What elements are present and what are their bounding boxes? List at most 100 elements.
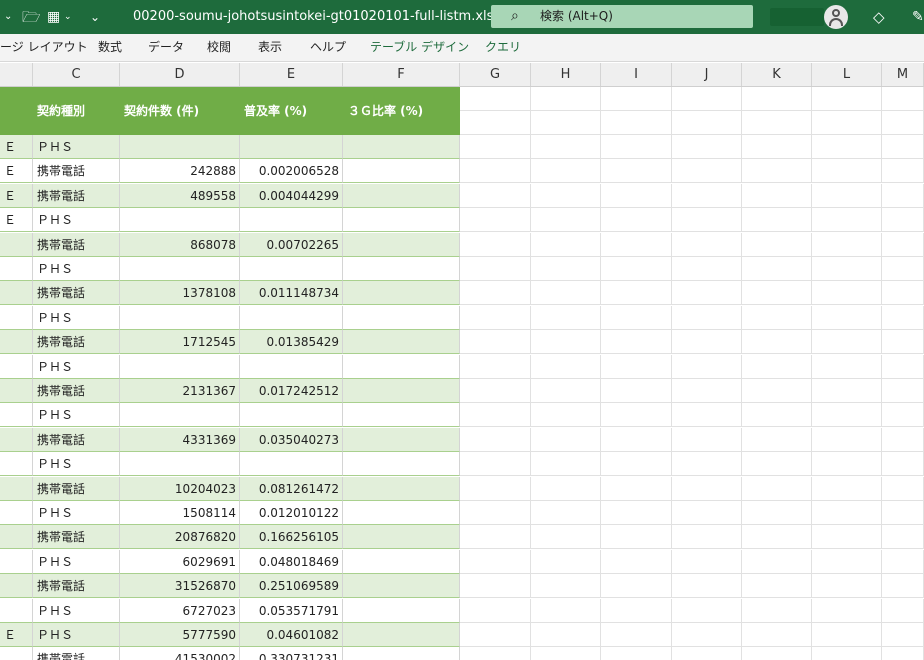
empty-cell[interactable]: [601, 452, 672, 477]
empty-cell[interactable]: [742, 330, 812, 355]
cell-contract-type[interactable]: 携帯電話: [33, 647, 120, 660]
cell-contract-type[interactable]: ＰＨＳ: [33, 354, 120, 379]
column-header-l[interactable]: L: [812, 63, 882, 86]
cell-3g-ratio[interactable]: [343, 525, 460, 550]
empty-cell[interactable]: [601, 159, 672, 184]
empty-cell[interactable]: [531, 183, 601, 208]
empty-cell[interactable]: [672, 232, 742, 257]
empty-cell[interactable]: [601, 208, 672, 233]
open-folder-icon[interactable]: 🗁: [22, 0, 41, 34]
cell-3g-ratio[interactable]: [343, 159, 460, 184]
cell-penetration-rate[interactable]: [240, 354, 343, 379]
empty-cell[interactable]: [531, 452, 601, 477]
cell-3g-ratio[interactable]: [343, 501, 460, 525]
empty-cell[interactable]: [601, 598, 672, 623]
cell-b[interactable]: [0, 354, 33, 379]
cell-b[interactable]: [0, 452, 33, 477]
empty-cell[interactable]: [882, 452, 924, 477]
cell-contract-type[interactable]: ＰＨＳ: [33, 501, 120, 525]
empty-cell[interactable]: [531, 305, 601, 330]
cell-penetration-rate[interactable]: 0.012010122: [240, 501, 343, 525]
column-header-c[interactable]: C: [33, 63, 120, 86]
tab-page-layout[interactable]: ージ レイアウト: [0, 34, 88, 61]
empty-cell[interactable]: [812, 257, 882, 281]
cell-penetration-rate[interactable]: 0.166256105: [240, 525, 343, 550]
cell-b[interactable]: [0, 598, 33, 623]
empty-cell[interactable]: [531, 623, 601, 647]
cell-contract-count[interactable]: [120, 354, 240, 379]
search-box[interactable]: ⌕ 検索 (Alt+Q): [491, 5, 753, 28]
empty-cell[interactable]: [460, 574, 531, 599]
empty-cell[interactable]: [672, 330, 742, 355]
cell-3g-ratio[interactable]: [343, 379, 460, 403]
empty-cell[interactable]: [460, 623, 531, 647]
empty-cell[interactable]: [742, 525, 812, 550]
empty-cell[interactable]: [672, 111, 742, 135]
cell-penetration-rate[interactable]: [240, 257, 343, 281]
cell-contract-count[interactable]: 10204023: [120, 476, 240, 501]
tab-data[interactable]: データ: [148, 34, 184, 61]
empty-cell[interactable]: [672, 501, 742, 525]
cell-contract-type[interactable]: 携帯電話: [33, 183, 120, 208]
cell-contract-count[interactable]: 489558: [120, 183, 240, 208]
column-header-i[interactable]: I: [601, 63, 672, 86]
column-header-f[interactable]: F: [343, 63, 460, 86]
empty-cell[interactable]: [601, 379, 672, 403]
empty-cell[interactable]: [460, 159, 531, 184]
dropdown-arrow-icon[interactable]: ⌄: [64, 0, 72, 34]
cell-contract-type[interactable]: ＰＨＳ: [33, 549, 120, 574]
cell-b[interactable]: Ｅ: [0, 623, 33, 647]
empty-cell[interactable]: [812, 623, 882, 647]
empty-cell[interactable]: [672, 281, 742, 306]
empty-cell[interactable]: [460, 330, 531, 355]
cell-penetration-rate[interactable]: 0.011148734: [240, 281, 343, 306]
empty-cell[interactable]: [460, 647, 531, 660]
empty-cell[interactable]: [531, 135, 601, 159]
cell-contract-type[interactable]: 携帯電話: [33, 525, 120, 550]
empty-cell[interactable]: [531, 379, 601, 403]
cell-contract-count[interactable]: 41530002: [120, 647, 240, 660]
empty-cell[interactable]: [601, 330, 672, 355]
empty-cell[interactable]: [742, 427, 812, 452]
empty-cell[interactable]: [882, 159, 924, 184]
empty-cell[interactable]: [601, 647, 672, 660]
empty-cell[interactable]: [812, 379, 882, 403]
cell-b[interactable]: [0, 549, 33, 574]
empty-cell[interactable]: [882, 257, 924, 281]
empty-cell[interactable]: [531, 403, 601, 428]
cell-penetration-rate[interactable]: 0.251069589: [240, 574, 343, 599]
empty-cell[interactable]: [672, 525, 742, 550]
empty-cell[interactable]: [460, 598, 531, 623]
cell-b[interactable]: [0, 476, 33, 501]
empty-cell[interactable]: [531, 87, 601, 111]
empty-cell[interactable]: [531, 476, 601, 501]
empty-cell[interactable]: [882, 111, 924, 135]
cell-contract-count[interactable]: 20876820: [120, 525, 240, 550]
empty-cell[interactable]: [601, 574, 672, 599]
column-header-d[interactable]: D: [120, 63, 240, 86]
worksheet-grid[interactable]: 契約種別 契約件数 (件) 普及率 (%) ３Ｇ比率 (%) Ｅ ＰＨＳ Ｅ 携帯電話…: [0, 87, 924, 660]
cell-penetration-rate[interactable]: 0.004044299: [240, 183, 343, 208]
empty-cell[interactable]: [672, 87, 742, 111]
cell-b[interactable]: [0, 257, 33, 281]
cell-contract-count[interactable]: 868078: [120, 232, 240, 257]
empty-cell[interactable]: [742, 183, 812, 208]
empty-cell[interactable]: [812, 232, 882, 257]
empty-cell[interactable]: [742, 87, 812, 111]
cell-contract-count[interactable]: 31526870: [120, 574, 240, 599]
empty-cell[interactable]: [882, 427, 924, 452]
cell-contract-type[interactable]: ＰＨＳ: [33, 403, 120, 428]
empty-cell[interactable]: [812, 305, 882, 330]
cell-3g-ratio[interactable]: [343, 135, 460, 159]
empty-cell[interactable]: [812, 87, 882, 111]
empty-cell[interactable]: [882, 379, 924, 403]
cell-contract-type[interactable]: ＰＨＳ: [33, 305, 120, 330]
empty-cell[interactable]: [531, 232, 601, 257]
empty-cell[interactable]: [672, 574, 742, 599]
cell-b[interactable]: Ｅ: [0, 135, 33, 159]
cell-3g-ratio[interactable]: [343, 452, 460, 477]
empty-cell[interactable]: [531, 159, 601, 184]
cell-contract-type[interactable]: 携帯電話: [33, 232, 120, 257]
empty-cell[interactable]: [742, 305, 812, 330]
empty-cell[interactable]: [531, 257, 601, 281]
